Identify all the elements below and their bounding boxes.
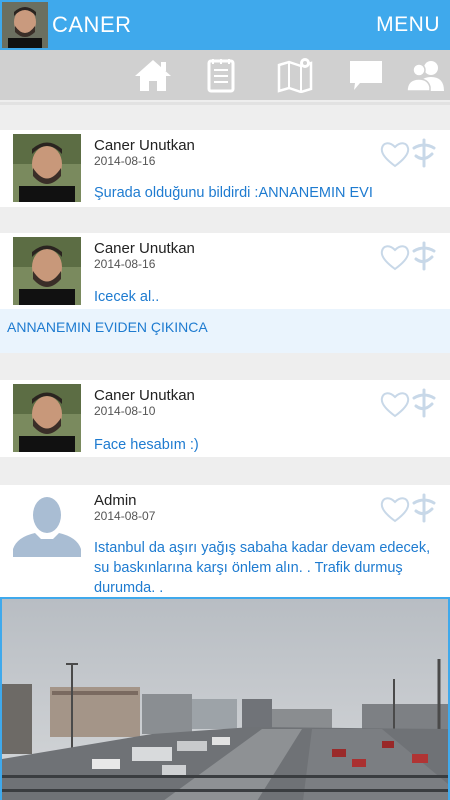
- post-author: Admin: [94, 492, 137, 509]
- people-icon[interactable]: [406, 57, 446, 93]
- author-photo[interactable]: [13, 237, 81, 305]
- header-title: CANER: [52, 12, 132, 37]
- post-card: Caner Unutkan 2014-08-16 Şurada olduğunu…: [0, 130, 450, 207]
- share-icon[interactable]: [410, 138, 438, 168]
- post-card: Admin 2014-08-07 Istanbul da aşırı yağış…: [0, 485, 450, 597]
- share-icon[interactable]: [410, 493, 438, 523]
- post-author: Caner Unutkan: [94, 240, 195, 257]
- post-date: 2014-08-10: [94, 404, 156, 418]
- author-photo[interactable]: [13, 384, 81, 452]
- post-author: Caner Unutkan: [94, 387, 195, 404]
- post-card: Caner Unutkan 2014-08-10 Face hesabım :): [0, 380, 450, 457]
- post-date: 2014-08-16: [94, 154, 156, 168]
- app-header: CANER MENU: [0, 0, 450, 50]
- post-message: Face hesabım :): [94, 437, 199, 453]
- post-date: 2014-08-07: [94, 509, 156, 523]
- chat-icon[interactable]: [346, 57, 386, 93]
- heart-icon[interactable]: [380, 495, 410, 523]
- notes-icon[interactable]: [201, 57, 241, 93]
- post-message: Şurada olduğunu bildirdi :ANNANEMIN EVI: [94, 185, 373, 201]
- default-avatar-icon[interactable]: [13, 489, 81, 557]
- share-icon[interactable]: [410, 241, 438, 271]
- heart-icon[interactable]: [380, 140, 410, 168]
- post-date: 2014-08-16: [94, 257, 156, 271]
- post-author: Caner Unutkan: [94, 137, 195, 154]
- author-photo[interactable]: [13, 134, 81, 202]
- profile-avatar[interactable]: [2, 2, 48, 48]
- home-icon[interactable]: [133, 57, 173, 93]
- post-image[interactable]: [0, 597, 450, 800]
- heart-icon[interactable]: [380, 390, 410, 418]
- post-card: Caner Unutkan 2014-08-16 Icecek al..: [0, 233, 450, 309]
- share-icon[interactable]: [410, 388, 438, 418]
- nav-bar: [0, 50, 450, 100]
- menu-button[interactable]: MENU: [376, 13, 440, 37]
- post-message: Istanbul da aşırı yağış sabaha kadar dev…: [94, 540, 431, 596]
- heart-icon[interactable]: [380, 243, 410, 271]
- post-caption-text: ANNANEMIN EVIDEN ÇIKINCA: [7, 319, 208, 335]
- map-icon[interactable]: [275, 57, 315, 94]
- feed[interactable]: Caner Unutkan 2014-08-16 Şurada olduğunu…: [0, 100, 450, 800]
- post-caption: ANNANEMIN EVIDEN ÇIKINCA: [0, 309, 450, 353]
- post-message: Icecek al..: [94, 289, 160, 305]
